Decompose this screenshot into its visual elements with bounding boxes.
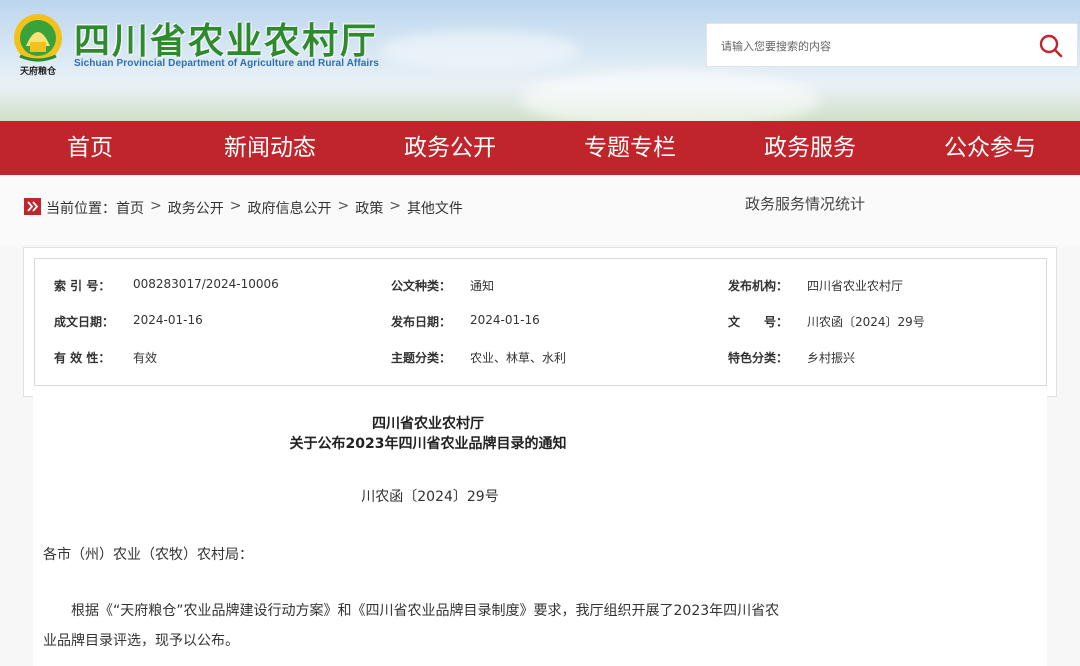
written-date-label: 成文日期： — [54, 315, 115, 329]
document-paragraph-line: 业品牌目录评选，现予以公布。 — [43, 633, 239, 649]
site-subtitle: Sichuan Provincial Department of Agricul… — [74, 58, 379, 69]
nav-item-special-topics[interactable]: 专题专栏 — [540, 121, 720, 175]
search-icon[interactable] — [1037, 32, 1065, 60]
breadcrumb-other-docs[interactable]: 其他文件 — [407, 198, 463, 218]
breadcrumb-policy[interactable]: 政策 — [355, 198, 383, 218]
header-cloud — [520, 70, 820, 121]
tianfu-emblem-icon[interactable]: 天府粮仓 — [12, 12, 64, 78]
nav-item-gov-affairs[interactable]: 政务公开 — [360, 121, 540, 175]
publish-date-label: 发布日期： — [391, 315, 452, 329]
topic-category-value: 农业、林草、水利 — [470, 351, 567, 365]
breadcrumb-separator: > — [389, 198, 401, 214]
breadcrumb-gov-affairs[interactable]: 政务公开 — [168, 198, 224, 218]
doc-type-label: 公文种类： — [391, 279, 452, 293]
validity-label: 有 效 性： — [54, 351, 111, 365]
nav-item-gov-services[interactable]: 政务服务 — [720, 121, 900, 175]
topic-category-label: 主题分类： — [391, 351, 452, 365]
breadcrumb-separator: > — [150, 198, 162, 214]
doc-type-value: 通知 — [470, 279, 495, 293]
nav-item-home[interactable]: 首页 — [0, 121, 180, 175]
emblem-text: 天府粮仓 — [20, 65, 57, 77]
feature-category-label: 特色分类： — [728, 351, 789, 365]
document-paragraph-line: 根据《“天府粮仓”农业品牌建设行动方案》和《四川省农业品牌目录制度》要求，我厅组… — [71, 603, 780, 619]
index-number-label: 索 引 号： — [54, 279, 111, 293]
document-title-line2: 关于公布2023年四川省农业品牌目录的通知 — [289, 436, 567, 452]
doc-number-label: 文 号： — [728, 315, 789, 329]
breadcrumb-info-disclosure[interactable]: 政府信息公开 — [247, 198, 331, 218]
nav-item-news[interactable]: 新闻动态 — [180, 121, 360, 175]
issuing-org-value: 四川省农业农村厅 — [807, 279, 904, 293]
index-number-value: 008283017/2024-10006 — [133, 277, 279, 291]
feature-category-value: 乡村振兴 — [807, 351, 856, 365]
search-box — [706, 23, 1078, 67]
document-title-line1: 四川省农业农村厅 — [372, 416, 484, 432]
document-salutation: 各市（州）农业（农牧）农村局： — [43, 547, 253, 563]
nav-item-public-participation[interactable]: 公众参与 — [900, 121, 1080, 175]
main-nav: 首页 新闻动态 政务公开 专题专栏 政务服务 公众参与 — [0, 121, 1080, 175]
breadcrumb: 当前位置： 首页 > 政务公开 > 政府信息公开 > 政策 > 其他文件 — [46, 198, 463, 218]
breadcrumb-separator: > — [337, 198, 350, 214]
breadcrumb-separator: > — [229, 198, 242, 214]
gov-service-stats-link[interactable]: 政务服务情况统计 — [745, 193, 865, 214]
site-header: 天府粮仓 四川省农业农村厅 Sichuan Provincial Departm… — [0, 0, 1080, 121]
publish-date-value: 2024-01-16 — [470, 313, 540, 327]
document-sidebar — [823, 396, 1047, 666]
search-input[interactable] — [719, 34, 1023, 58]
written-date-value: 2024-01-16 — [133, 313, 203, 327]
validity-value: 有效 — [133, 351, 158, 365]
issuing-org-label: 发布机构： — [728, 279, 789, 293]
document-number: 川农函〔2024〕29号 — [361, 489, 499, 505]
doc-number-value: 川农函〔2024〕29号 — [807, 315, 925, 329]
breadcrumb-label: 当前位置： — [46, 201, 116, 217]
breadcrumb-home[interactable]: 首页 — [116, 198, 144, 218]
header-cloud — [380, 30, 580, 70]
site-title[interactable]: 四川省农业农村厅 — [74, 12, 378, 64]
double-chevron-right-icon — [24, 198, 41, 215]
